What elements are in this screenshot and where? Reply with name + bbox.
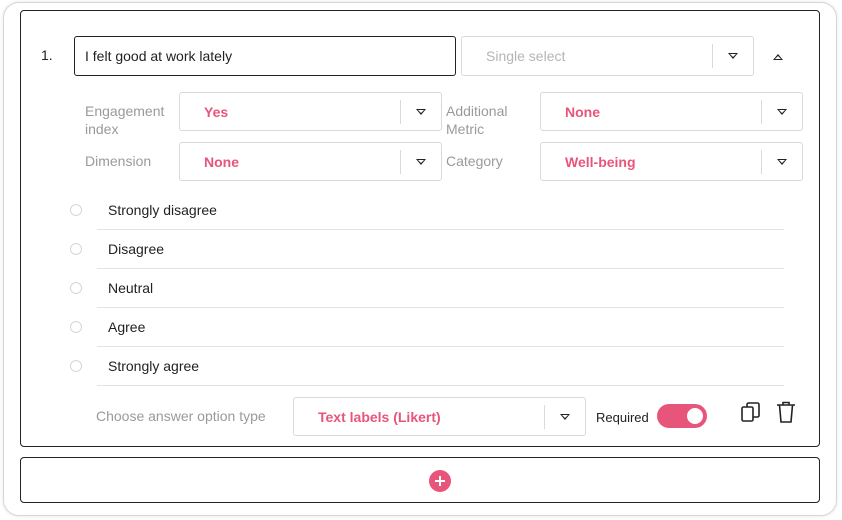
answer-type-select[interactable]: Text labels (Likert)	[293, 397, 586, 436]
category-select[interactable]: Well-being	[540, 142, 803, 181]
option-label: Agree	[108, 319, 146, 335]
answer-type-value: Text labels (Likert)	[318, 408, 441, 425]
question-type-select[interactable]: Single select	[461, 36, 754, 76]
additional-metric-value: None	[565, 103, 600, 120]
chevron-down-icon	[545, 413, 585, 420]
chevron-down-icon	[401, 108, 441, 115]
list-item[interactable]: Agree	[97, 308, 784, 347]
option-label: Strongly disagree	[108, 202, 217, 218]
list-item[interactable]: Neutral	[97, 269, 784, 308]
option-radio[interactable]	[70, 282, 82, 294]
required-label: Required	[596, 410, 649, 425]
option-label: Strongly agree	[108, 358, 200, 374]
chevron-down-icon	[762, 108, 802, 115]
option-radio[interactable]	[70, 243, 82, 255]
chevron-down-icon	[762, 158, 802, 165]
dimension-select[interactable]: None	[179, 142, 442, 181]
copy-icon[interactable]	[738, 399, 764, 425]
option-radio[interactable]	[70, 321, 82, 333]
toggle-knob	[687, 408, 703, 424]
chevron-down-icon	[713, 53, 753, 59]
list-item[interactable]: Strongly disagree	[97, 191, 784, 230]
engagement-index-select[interactable]: Yes	[179, 92, 442, 131]
list-item[interactable]: Strongly agree	[97, 347, 784, 386]
question-type-placeholder: Single select	[486, 48, 566, 64]
option-label: Disagree	[108, 241, 165, 257]
plus-icon[interactable]	[429, 470, 451, 492]
question-text-input[interactable]	[74, 36, 456, 76]
chevron-down-icon	[401, 158, 441, 165]
engagement-index-value: Yes	[204, 103, 229, 120]
option-radio[interactable]	[70, 360, 82, 372]
additional-metric-select[interactable]: None	[540, 92, 803, 131]
answer-type-label: Choose answer option type	[96, 408, 266, 424]
category-label: Category	[446, 153, 503, 169]
trash-icon[interactable]	[773, 399, 799, 425]
dimension-value: None	[204, 153, 239, 170]
additional-metric-label: Additional Metric	[446, 103, 508, 137]
engagement-index-label: Engagement index	[85, 103, 165, 137]
dimension-label: Dimension	[85, 153, 152, 169]
option-label: Neutral	[108, 280, 154, 296]
question-number: 1.	[41, 47, 53, 63]
option-radio[interactable]	[70, 204, 82, 216]
category-value: Well-being	[565, 153, 636, 170]
caret-up-icon[interactable]	[771, 50, 785, 64]
required-toggle[interactable]	[657, 404, 707, 428]
add-question-card	[20, 457, 820, 503]
list-item[interactable]: Disagree	[97, 230, 784, 269]
